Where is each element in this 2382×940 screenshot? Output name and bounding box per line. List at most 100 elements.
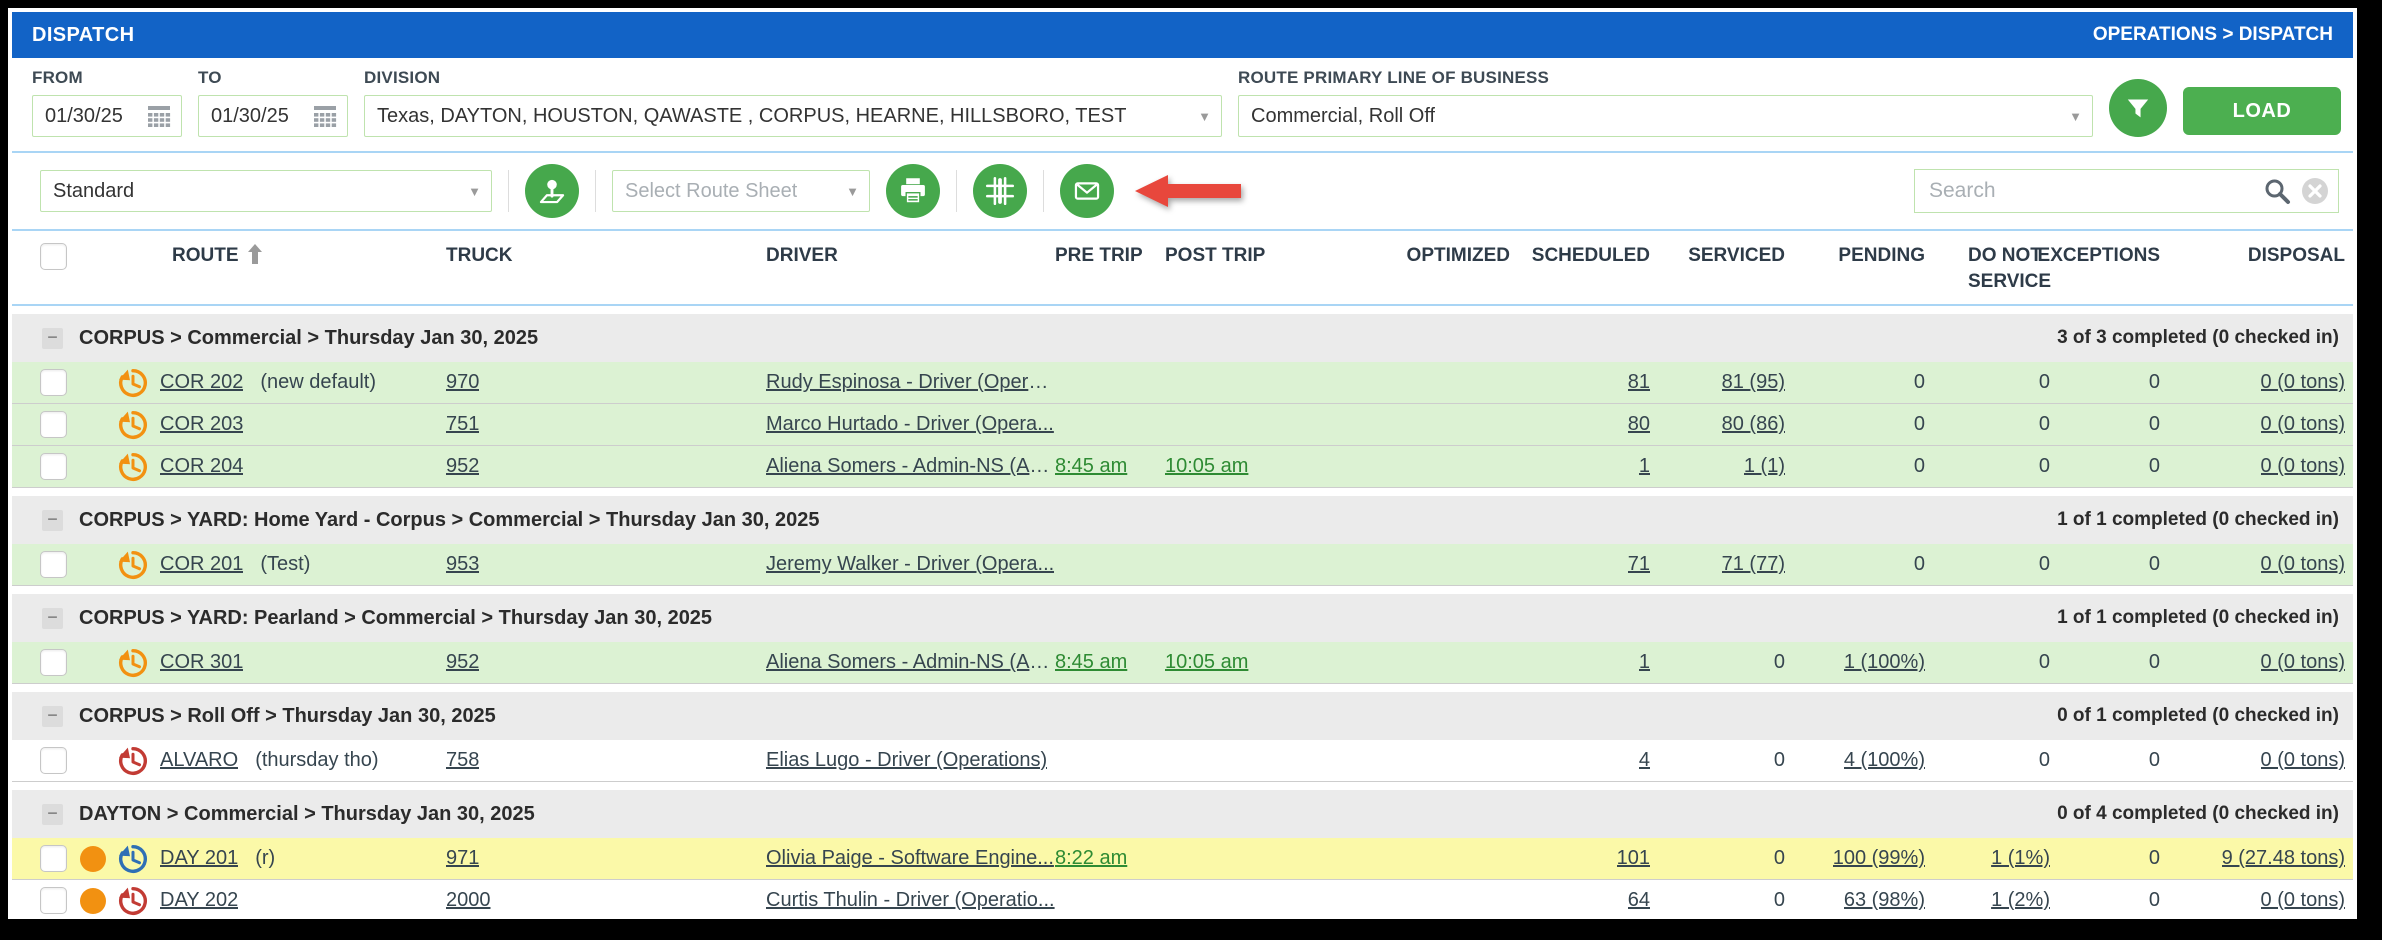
- disposal-value[interactable]: 0 (0 tons): [2261, 889, 2345, 912]
- driver-link[interactable]: Olivia Paige - Software Engine...: [766, 847, 1054, 870]
- scheduled-value[interactable]: 4: [1639, 749, 1650, 772]
- print-button[interactable]: [886, 164, 940, 218]
- serviced-value[interactable]: 71 (77): [1722, 553, 1785, 576]
- do-not-service-value[interactable]: 1 (1%): [1991, 847, 2050, 870]
- serviced-value[interactable]: 0: [1774, 749, 1785, 772]
- route-link[interactable]: COR 202: [160, 371, 243, 394]
- column-header-scheduled[interactable]: SCHEDULED: [1510, 243, 1650, 294]
- to-date-input[interactable]: 01/30/25: [198, 95, 348, 137]
- route-link[interactable]: COR 201: [160, 553, 243, 576]
- column-header-truck[interactable]: TRUCK: [430, 243, 730, 294]
- route-link[interactable]: DAY 201: [160, 847, 238, 870]
- do-not-service-value[interactable]: 0: [2039, 651, 2050, 674]
- pre-trip-time[interactable]: 8:22 am: [1055, 847, 1127, 870]
- row-checkbox[interactable]: [40, 551, 67, 579]
- truck-link[interactable]: 971: [446, 847, 479, 870]
- route-link[interactable]: COR 301: [160, 651, 243, 674]
- scheduled-value[interactable]: 101: [1617, 847, 1650, 870]
- scheduled-value[interactable]: 64: [1628, 889, 1650, 912]
- row-checkbox[interactable]: [40, 369, 67, 397]
- pending-value[interactable]: 100 (99%): [1833, 847, 1925, 870]
- route-link[interactable]: COR 204: [160, 455, 243, 478]
- exceptions-value[interactable]: 0: [2149, 371, 2160, 394]
- route-link[interactable]: ALVARO: [160, 749, 238, 772]
- column-header-pre-trip[interactable]: PRE TRIP: [1055, 243, 1165, 294]
- collapse-group-button[interactable]: −: [42, 607, 63, 629]
- disposal-value[interactable]: 0 (0 tons): [2261, 749, 2345, 772]
- pending-value[interactable]: 1 (100%): [1844, 651, 1925, 674]
- clock-history-icon[interactable]: [117, 843, 149, 875]
- truck-link[interactable]: 751: [446, 413, 479, 436]
- row-checkbox[interactable]: [40, 411, 67, 439]
- column-header-optimized[interactable]: OPTIMIZED: [1350, 243, 1510, 294]
- select-all-checkbox[interactable]: [40, 243, 67, 270]
- exceptions-value[interactable]: 0: [2149, 553, 2160, 576]
- do-not-service-value[interactable]: 0: [2039, 749, 2050, 772]
- truck-link[interactable]: 952: [446, 455, 479, 478]
- driver-link[interactable]: Elias Lugo - Driver (Operations): [766, 749, 1047, 772]
- column-header-exceptions[interactable]: EXCEPTIONS: [2038, 243, 2160, 294]
- collapse-group-button[interactable]: −: [42, 327, 63, 349]
- truck-link[interactable]: 953: [446, 553, 479, 576]
- collapse-group-button[interactable]: −: [42, 705, 63, 727]
- do-not-service-value[interactable]: 0: [2039, 455, 2050, 478]
- post-trip-time[interactable]: 10:05 am: [1165, 651, 1248, 674]
- driver-link[interactable]: Curtis Thulin - Driver (Operatio...: [766, 889, 1055, 912]
- route-sheet-select[interactable]: Select Route Sheet ▼: [612, 170, 870, 212]
- truck-link[interactable]: 2000: [446, 889, 491, 912]
- exceptions-value[interactable]: 0: [2149, 889, 2160, 912]
- pending-value[interactable]: 0: [1914, 553, 1925, 576]
- row-checkbox[interactable]: [40, 887, 67, 915]
- row-checkbox[interactable]: [40, 845, 67, 873]
- serviced-value[interactable]: 0: [1774, 651, 1785, 674]
- column-header-serviced[interactable]: SERVICED: [1650, 243, 1785, 294]
- load-button[interactable]: LOAD: [2183, 87, 2341, 135]
- clock-history-icon[interactable]: [117, 409, 149, 441]
- do-not-service-value[interactable]: 0: [2039, 553, 2050, 576]
- view-select[interactable]: Standard ▼: [40, 170, 492, 212]
- clock-history-icon[interactable]: [117, 451, 149, 483]
- pending-value[interactable]: 0: [1914, 455, 1925, 478]
- do-not-service-value[interactable]: 1 (2%): [1991, 889, 2050, 912]
- row-checkbox[interactable]: [40, 453, 67, 481]
- scheduled-value[interactable]: 80: [1628, 413, 1650, 436]
- column-header-disposal[interactable]: DISPOSAL: [2160, 243, 2345, 294]
- disposal-value[interactable]: 0 (0 tons): [2261, 553, 2345, 576]
- exceptions-value[interactable]: 0: [2149, 413, 2160, 436]
- do-not-service-value[interactable]: 0: [2039, 413, 2050, 436]
- exceptions-value[interactable]: 0: [2149, 455, 2160, 478]
- truck-link[interactable]: 970: [446, 371, 479, 394]
- driver-link[interactable]: Rudy Espinosa - Driver (Operat...: [766, 371, 1055, 394]
- serviced-value[interactable]: 81 (95): [1722, 371, 1785, 394]
- column-header-driver[interactable]: DRIVER: [730, 243, 1055, 294]
- clock-history-icon[interactable]: [117, 885, 149, 917]
- pre-trip-time[interactable]: 8:45 am: [1055, 651, 1127, 674]
- driver-map-button[interactable]: [525, 164, 579, 218]
- column-header-do-not-service[interactable]: DO NOT SERVICE: [1925, 243, 2051, 294]
- clock-history-icon[interactable]: [117, 367, 149, 399]
- driver-link[interactable]: Jeremy Walker - Driver (Opera...: [766, 553, 1054, 576]
- route-link[interactable]: DAY 202: [160, 889, 238, 912]
- email-button[interactable]: [1060, 164, 1114, 218]
- clock-history-icon[interactable]: [117, 549, 149, 581]
- scheduled-value[interactable]: 1: [1639, 651, 1650, 674]
- disposal-value[interactable]: 0 (0 tons): [2261, 371, 2345, 394]
- calendar-icon[interactable]: [147, 105, 171, 127]
- pre-trip-time[interactable]: 8:45 am: [1055, 455, 1127, 478]
- division-select[interactable]: Texas, DAYTON, HOUSTON, QAWASTE , CORPUS…: [364, 95, 1222, 137]
- clock-history-icon[interactable]: [117, 745, 149, 777]
- exceptions-value[interactable]: 0: [2149, 847, 2160, 870]
- clear-search-icon[interactable]: [2300, 176, 2330, 206]
- row-checkbox[interactable]: [40, 747, 67, 775]
- serviced-value[interactable]: 1 (1): [1744, 455, 1785, 478]
- exceptions-value[interactable]: 0: [2149, 651, 2160, 674]
- collapse-group-button[interactable]: −: [42, 509, 63, 531]
- disposal-value[interactable]: 9 (27.48 tons): [2222, 847, 2345, 870]
- truck-link[interactable]: 952: [446, 651, 479, 674]
- pending-value[interactable]: 63 (98%): [1844, 889, 1925, 912]
- row-checkbox[interactable]: [40, 649, 67, 677]
- column-header-route[interactable]: ROUTE: [80, 243, 430, 294]
- driver-link[interactable]: Marco Hurtado - Driver (Opera...: [766, 413, 1054, 436]
- collapse-group-button[interactable]: −: [42, 803, 63, 825]
- search-icon[interactable]: [2262, 176, 2292, 206]
